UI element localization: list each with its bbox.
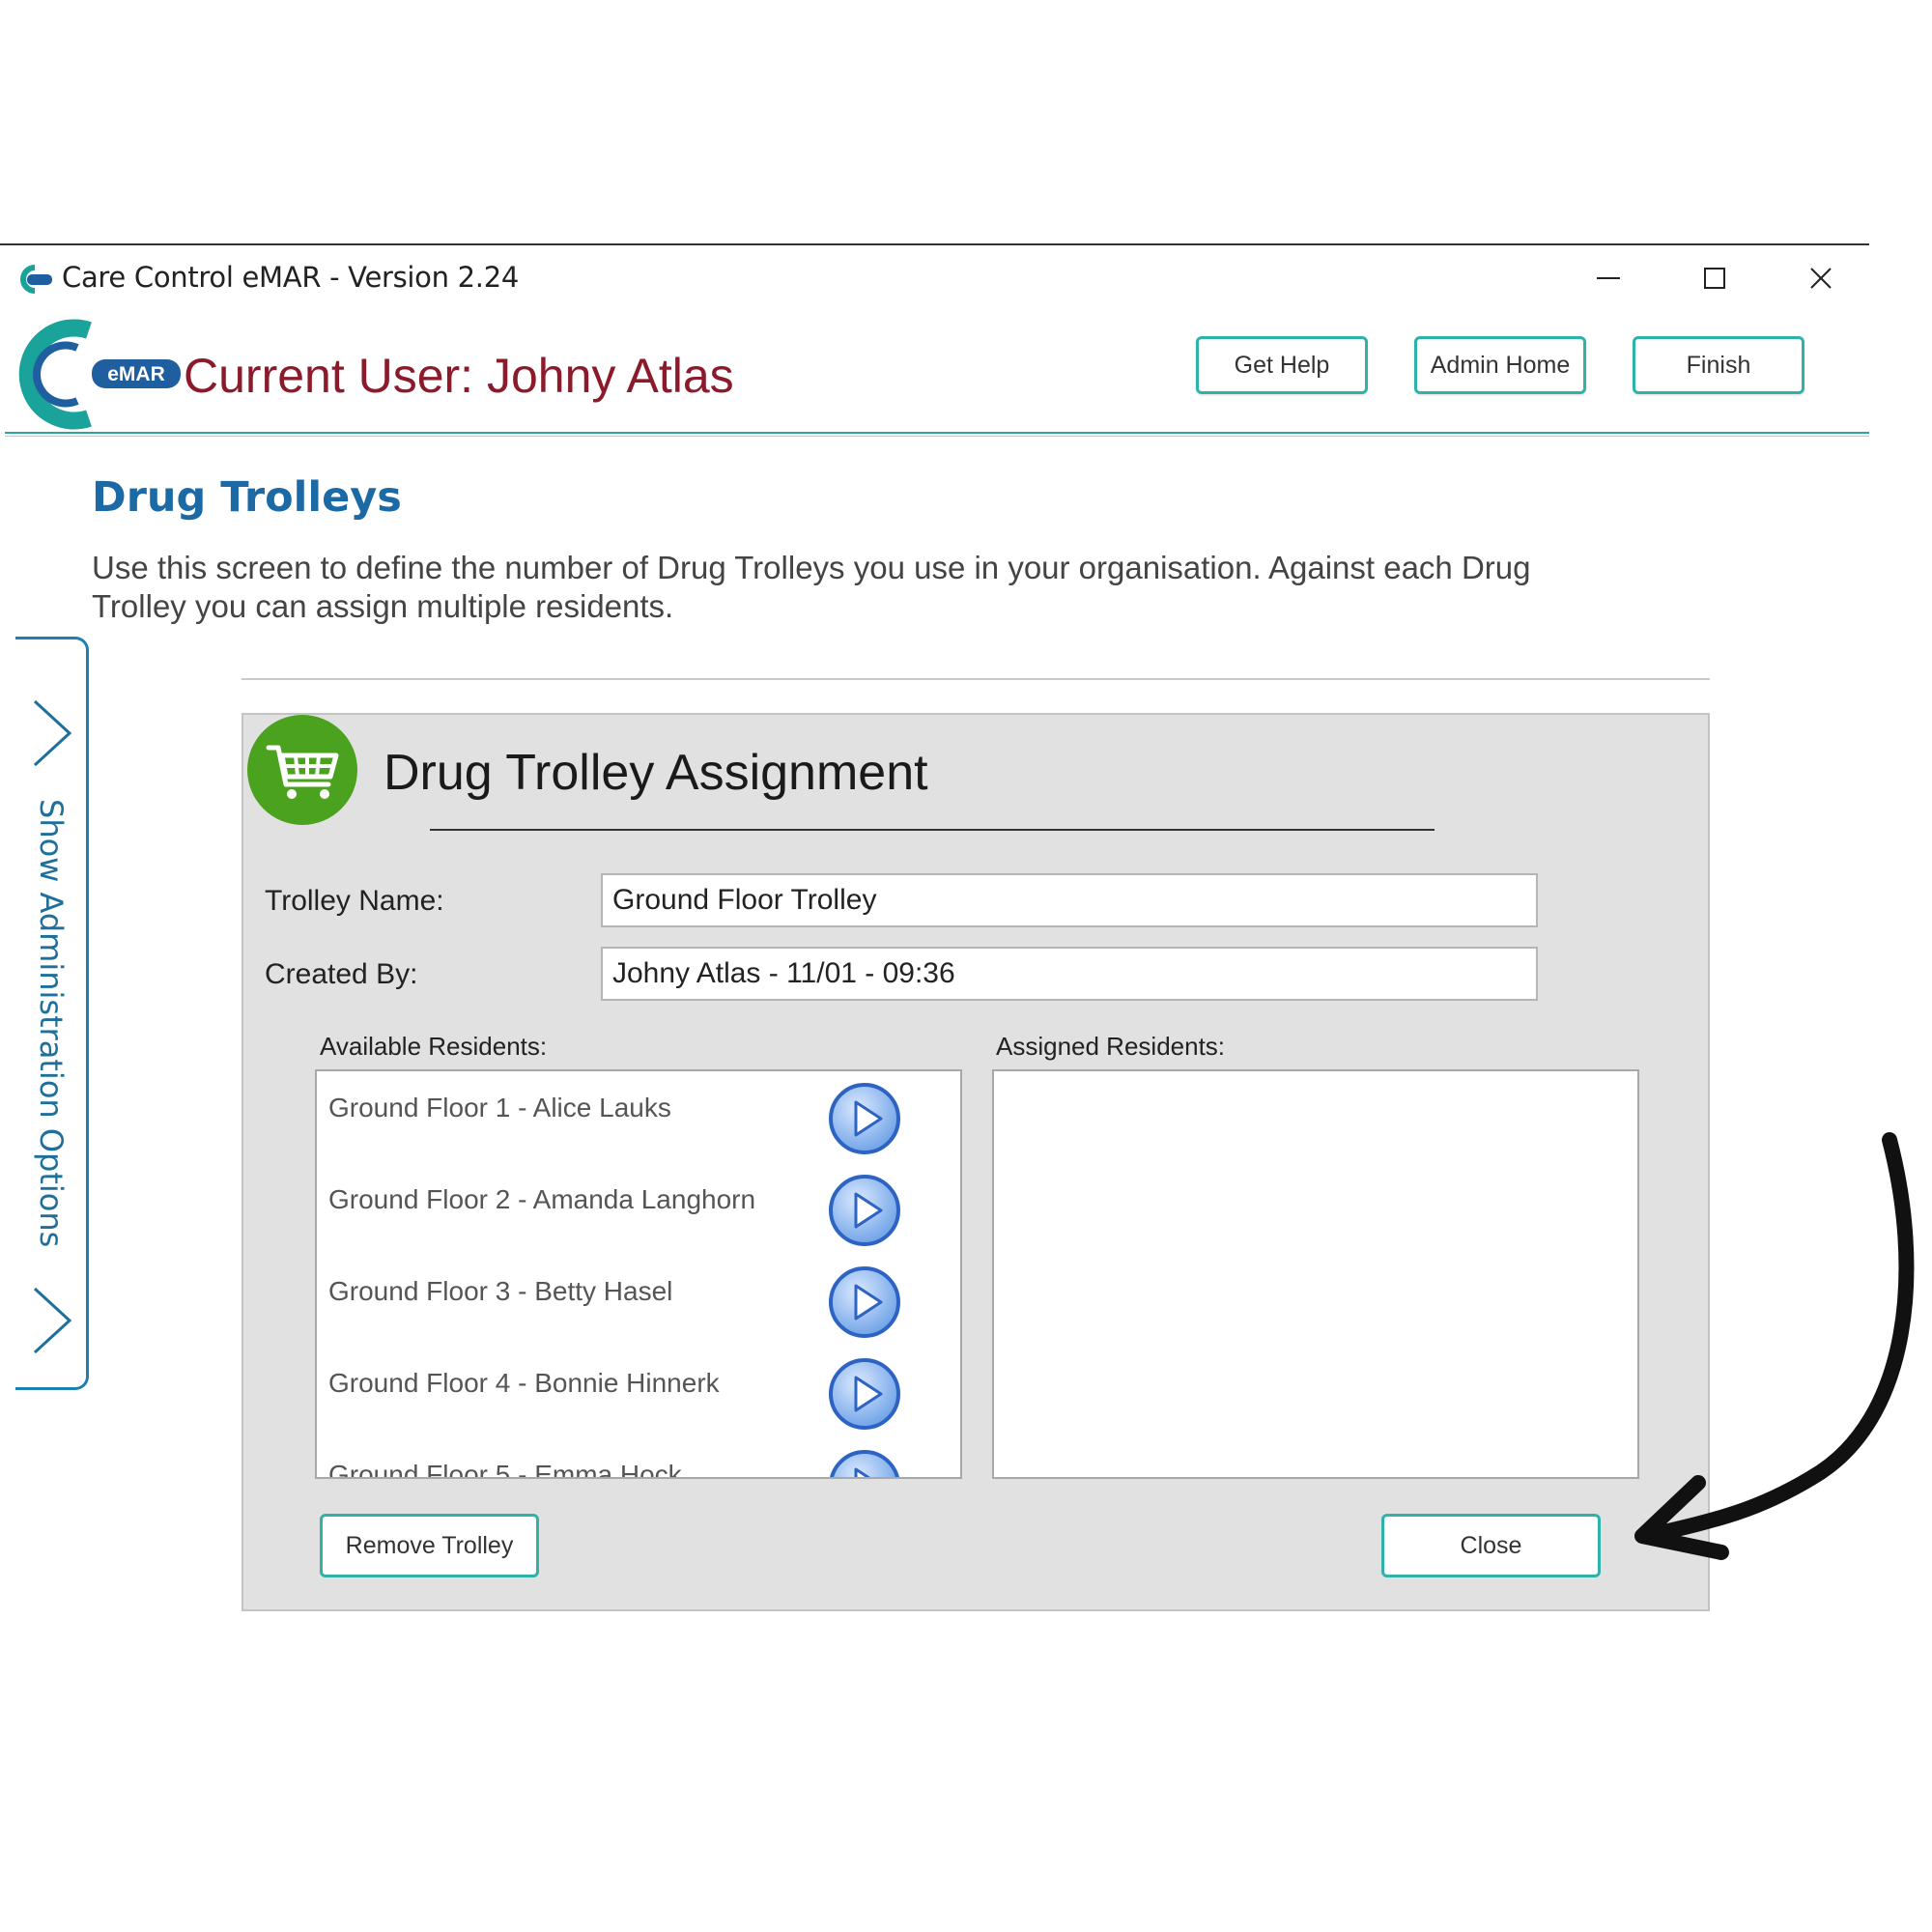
admin-home-button[interactable]: Admin Home — [1414, 336, 1586, 394]
panel-title-underline — [430, 829, 1435, 831]
chevron-right-icon — [33, 699, 72, 767]
available-residents-label: Available Residents: — [320, 1032, 548, 1061]
current-user-label: Current User: Johny Atlas — [184, 349, 734, 403]
assigned-residents-list[interactable] — [992, 1069, 1639, 1479]
app-icon — [20, 265, 52, 294]
page-title: Drug Trolleys — [92, 473, 402, 522]
finish-button[interactable]: Finish — [1633, 336, 1804, 394]
resident-list-item[interactable]: Ground Floor 4 - Bonnie Hinnerk — [317, 1347, 960, 1438]
care-control-logo: eMAR — [18, 319, 181, 430]
shopping-cart-icon — [266, 745, 339, 799]
page-description: Use this screen to define the number of … — [92, 550, 1531, 624]
panel-title: Drug Trolley Assignment — [384, 745, 928, 801]
minimize-button[interactable] — [1579, 255, 1637, 301]
created-by-field[interactable]: Johny Atlas - 11/01 - 09:36 — [601, 947, 1538, 1001]
resident-name: Ground Floor 3 - Betty Hasel — [328, 1276, 673, 1306]
maximize-icon — [1704, 268, 1725, 289]
resident-name: Ground Floor 4 - Bonnie Hinnerk — [328, 1368, 720, 1398]
resident-name: Ground Floor 5 - Emma Hock — [328, 1460, 682, 1479]
assign-resident-button[interactable] — [827, 1448, 902, 1477]
panel-top-rule — [242, 678, 1710, 680]
assign-resident-button[interactable] — [827, 1356, 902, 1432]
get-help-button[interactable]: Get Help — [1196, 336, 1368, 394]
close-button[interactable]: Close — [1381, 1514, 1601, 1577]
minimize-icon — [1597, 277, 1620, 279]
header-divider — [5, 432, 1869, 434]
assign-resident-button[interactable] — [827, 1264, 902, 1340]
assign-resident-button[interactable] — [827, 1173, 902, 1248]
trolley-name-input[interactable]: Ground Floor Trolley — [601, 873, 1538, 927]
resident-list-item[interactable]: Ground Floor 5 - Emma Hock — [317, 1438, 960, 1479]
assign-resident-button[interactable] — [827, 1081, 902, 1156]
play-arrow-icon — [829, 1358, 900, 1430]
chevron-right-icon — [33, 1287, 72, 1354]
cart-badge — [247, 715, 357, 825]
window-top-border — [0, 243, 1869, 245]
annotation-arrow — [1634, 1132, 1915, 1560]
close-window-button[interactable] — [1792, 255, 1850, 301]
play-arrow-icon — [829, 1266, 900, 1338]
resident-list-item[interactable]: Ground Floor 2 - Amanda Langhorn — [317, 1163, 960, 1255]
maximize-button[interactable] — [1686, 255, 1744, 301]
side-tab-label: Show Administration Options — [33, 799, 70, 1248]
resident-name: Ground Floor 1 - Alice Lauks — [328, 1093, 671, 1122]
resident-name: Ground Floor 2 - Amanda Langhorn — [328, 1184, 756, 1214]
header-divider-light — [5, 436, 1869, 437]
created-by-label: Created By: — [265, 958, 418, 990]
trolley-name-label: Trolley Name: — [265, 885, 444, 917]
emar-badge-text: eMAR — [107, 363, 165, 385]
available-residents-list[interactable]: Ground Floor 1 - Alice Lauks Ground Floor… — [315, 1069, 962, 1479]
resident-list-item[interactable]: Ground Floor 3 - Betty Hasel — [317, 1255, 960, 1347]
window-title: Care Control eMAR - Version 2.24 — [62, 261, 519, 294]
close-icon — [1810, 268, 1832, 289]
assigned-residents-label: Assigned Residents: — [996, 1032, 1226, 1061]
play-arrow-icon — [829, 1083, 900, 1154]
remove-trolley-button[interactable]: Remove Trolley — [320, 1514, 539, 1577]
play-arrow-icon — [829, 1175, 900, 1246]
play-arrow-icon — [830, 1450, 899, 1477]
resident-list-item[interactable]: Ground Floor 1 - Alice Lauks — [317, 1071, 960, 1163]
show-admin-options-tab[interactable]: Show Administration Options — [15, 637, 89, 1390]
